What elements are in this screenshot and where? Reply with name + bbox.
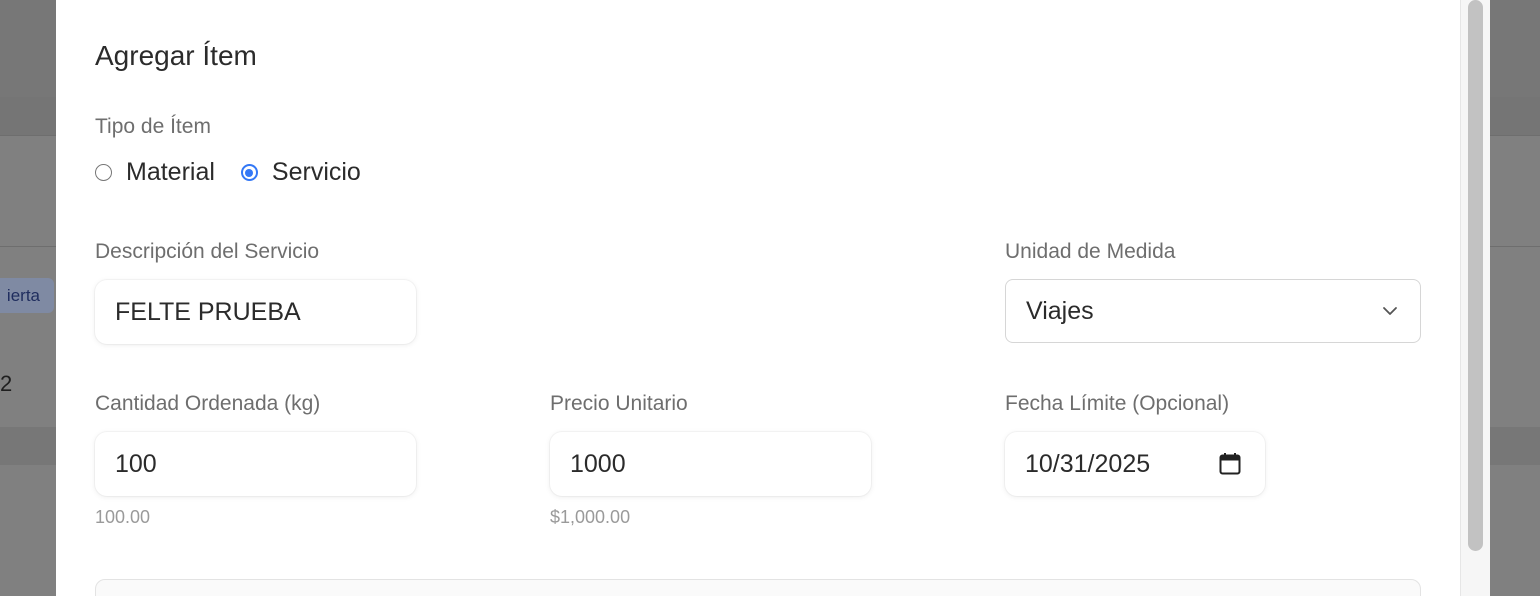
unit-price-formatted-hint: $1,000.00	[550, 507, 631, 527]
calendar-icon[interactable]	[1219, 452, 1241, 476]
unit-select[interactable]: Viajes	[1005, 279, 1421, 343]
unit-label: Unidad de Medida	[1005, 240, 1176, 263]
quantity-label: Cantidad Ordenada (kg)	[95, 392, 321, 415]
due-date-label: Fecha Límite (Opcional)	[1005, 392, 1230, 415]
chevron-down-icon	[1383, 307, 1397, 315]
description-label: Descripción del Servicio	[95, 240, 320, 263]
add-item-modal: Agregar Ítem Tipo de Ítem Material Servi…	[56, 0, 1490, 596]
servicio-radio-label[interactable]: Servicio	[272, 158, 361, 187]
modal-title: Agregar Ítem	[95, 40, 257, 71]
due-date-value: 10/31/2025	[1025, 450, 1151, 478]
unit-price-label: Precio Unitario	[550, 392, 688, 415]
next-section-box	[95, 579, 1421, 596]
item-type-radio-group: Material Servicio	[95, 158, 387, 187]
background-status-badge: ierta	[0, 278, 54, 313]
item-type-label: Tipo de Ítem	[95, 115, 211, 138]
servicio-radio[interactable]	[240, 164, 258, 181]
unit-price-input[interactable]: 1000	[550, 432, 871, 496]
quantity-formatted-hint: 100.00	[95, 507, 151, 527]
modal-scrollbar[interactable]	[1460, 0, 1490, 596]
background-row-number: 2	[0, 371, 13, 396]
description-input[interactable]: FELTE PRUEBA	[95, 280, 416, 344]
quantity-input[interactable]: 100	[95, 432, 416, 496]
due-date-input[interactable]: 10/31/2025	[1005, 432, 1265, 496]
unit-select-value: Viajes	[1026, 297, 1094, 325]
material-radio[interactable]	[95, 164, 112, 181]
material-radio-label[interactable]: Material	[126, 158, 215, 187]
modal-scrollbar-thumb[interactable]	[1468, 0, 1483, 551]
